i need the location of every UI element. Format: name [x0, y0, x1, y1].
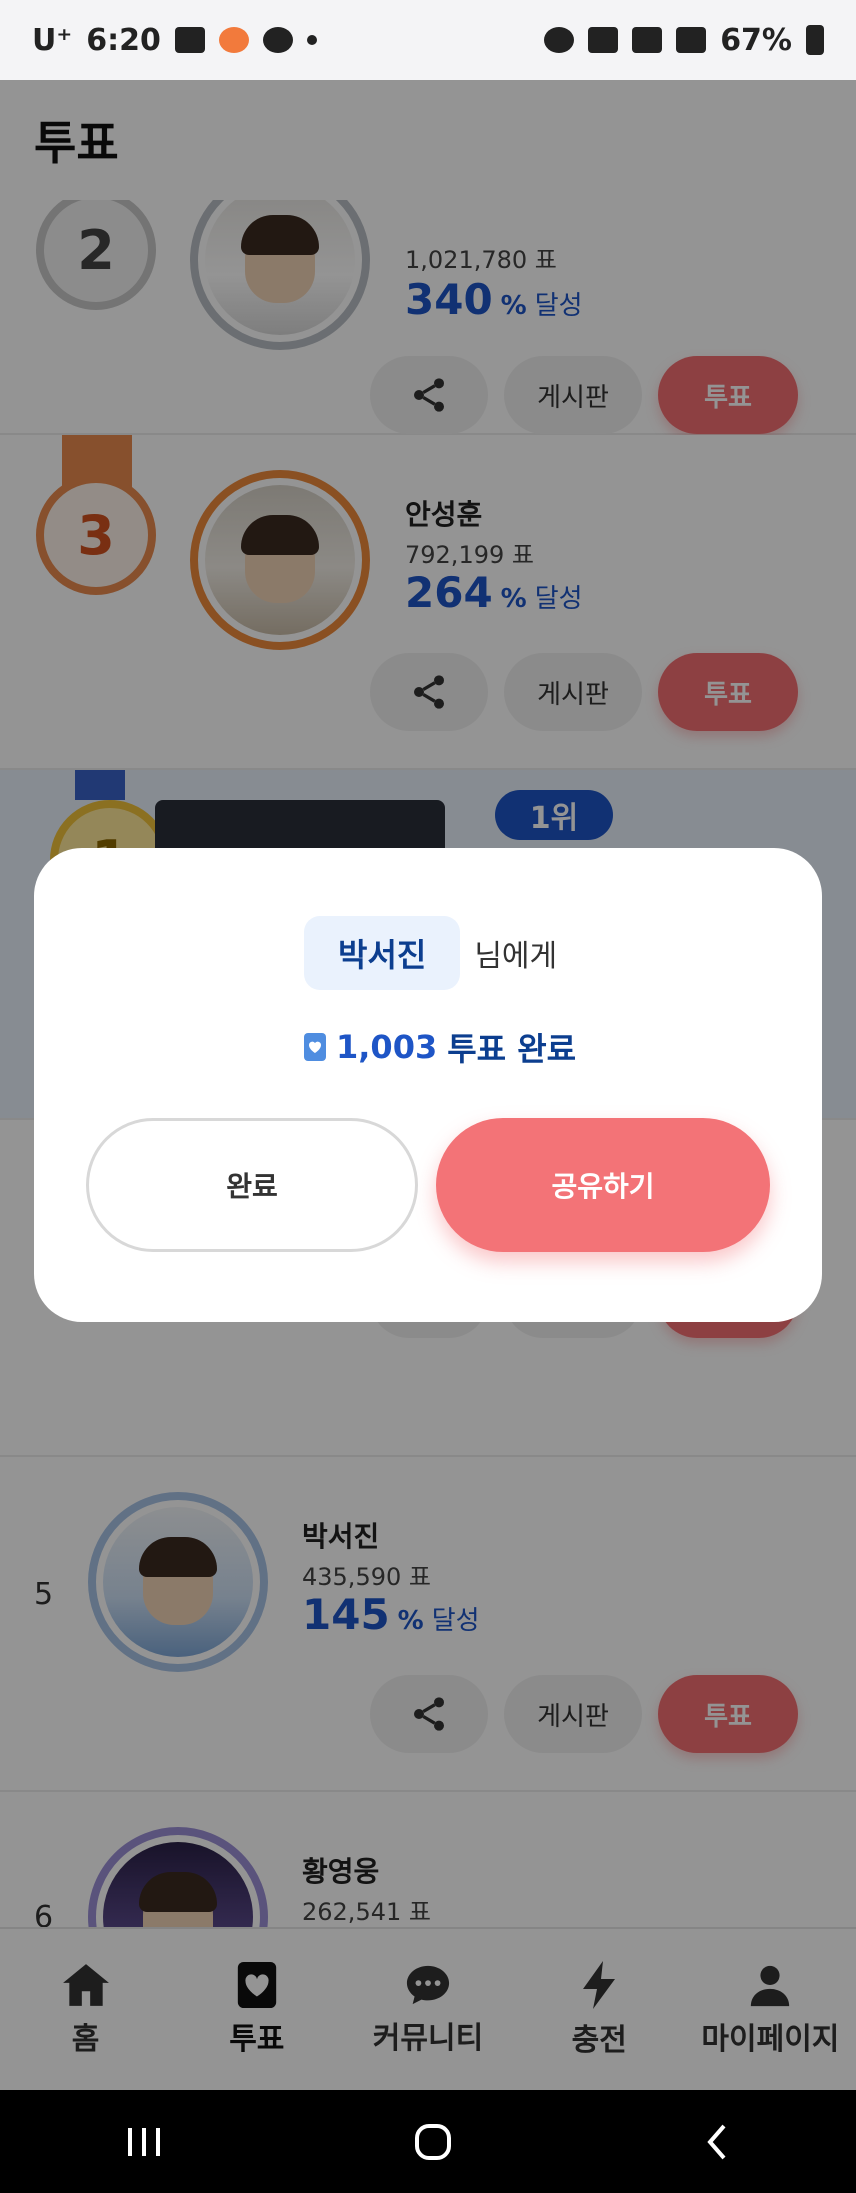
- wifi-icon: [632, 27, 663, 53]
- vote-complete-dialog: 박서진 님에게 1,003 투표 완료 완료 공유하기: [34, 848, 822, 1322]
- vote-heart-icon: [304, 1033, 326, 1061]
- alarm-icon: [544, 27, 575, 53]
- battery-icon: [806, 25, 824, 55]
- vote-amount: 1,003: [336, 1028, 438, 1066]
- carrier-label: U⁺: [32, 22, 73, 58]
- recipient-suffix: 님에게: [474, 939, 558, 974]
- clock: 6:20: [86, 22, 161, 58]
- vote-result: 1,003 투표 완료: [304, 1024, 576, 1070]
- back-icon[interactable]: [702, 2122, 732, 2162]
- share-result-button[interactable]: 공유하기: [436, 1118, 770, 1252]
- home-button-icon[interactable]: [413, 2122, 453, 2162]
- vote-complete-text: 투표 완료: [447, 1030, 577, 1068]
- recipient-name: 박서진: [304, 916, 461, 990]
- gallery-notification-icon: [174, 27, 205, 53]
- more-notifications-icon: [306, 35, 317, 45]
- battery-percent: 67%: [720, 22, 792, 58]
- cloud-notification-icon: [262, 27, 293, 53]
- mute-icon: [588, 27, 619, 53]
- recent-apps-icon[interactable]: [124, 2124, 164, 2160]
- done-button[interactable]: 완료: [86, 1118, 418, 1252]
- app-notification-icon: [218, 27, 249, 53]
- system-nav-bar: [0, 2090, 856, 2193]
- recipient-line: 박서진 님에게: [304, 916, 557, 990]
- signal-icon: [676, 27, 707, 53]
- status-bar: U⁺ 6:20 67%: [0, 0, 856, 80]
